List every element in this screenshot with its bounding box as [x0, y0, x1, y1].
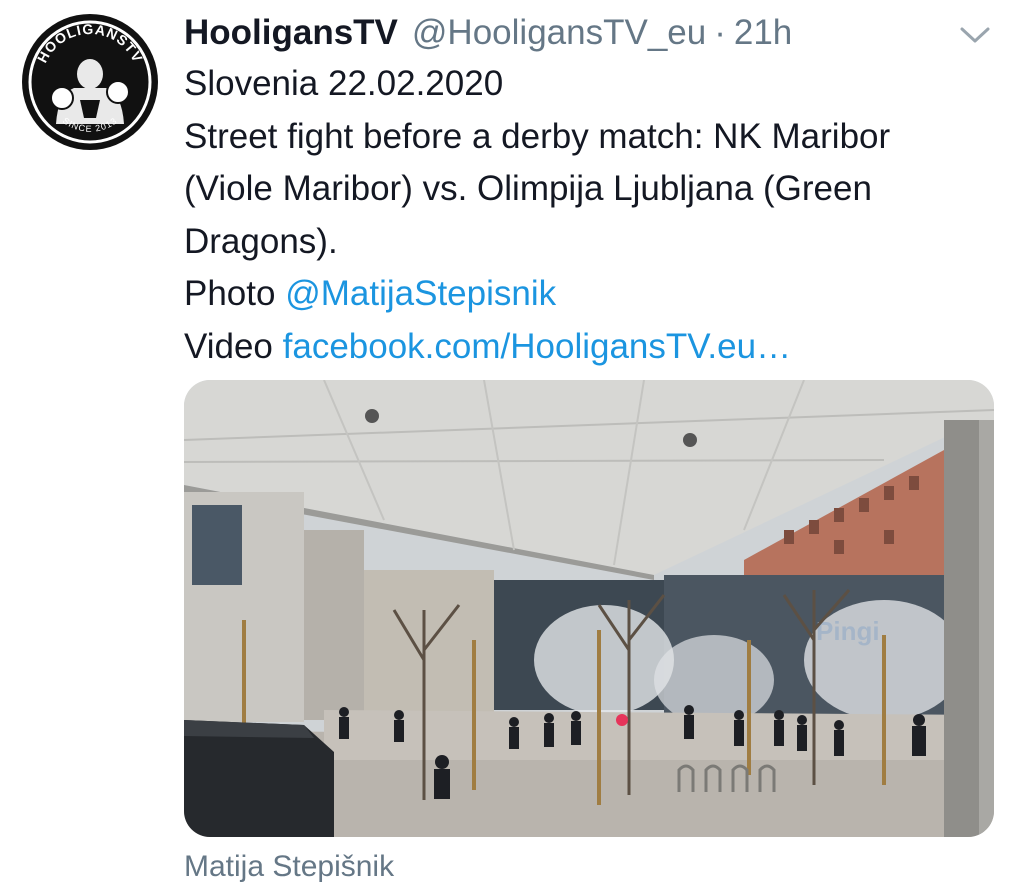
video-label: Video [184, 326, 273, 366]
video-link[interactable]: facebook.com/HooligansTV.eu… [283, 327, 791, 366]
author-name[interactable]: HooligansTV [184, 15, 398, 50]
tweet-header: HooligansTV @HooligansTV_eu · 21h [184, 8, 792, 56]
sign-text: Pingi [816, 616, 880, 646]
street-fight-photo: Pingi [184, 380, 994, 837]
tweet-line-description-2: (Viole Maribor) vs. Olimpija Ljubljana (… [184, 169, 872, 208]
avatar[interactable]: HOOLIGANSTV SINCE 2013 [22, 14, 158, 150]
header-separator: · [714, 12, 726, 52]
chevron-down-icon [960, 27, 990, 43]
fighter-logo: HOOLIGANSTV SINCE 2013 [24, 16, 156, 148]
tweet-line-location: Slovenia 22.02.2020 [184, 64, 504, 103]
tweet-media-photo[interactable]: Pingi [184, 380, 994, 837]
tweet-line-description-3: Dragons). [184, 221, 338, 261]
author-handle[interactable]: @HooligansTV_eu [412, 15, 706, 50]
tweet-line-description-1: Street fight before a derby match: NK Ma… [184, 116, 891, 156]
tweet-line-photo: Photo @MatijaStepisnik [184, 268, 1009, 321]
tweet-timestamp[interactable]: 21h [734, 15, 792, 50]
media-credit: Matija Stepišnik [184, 850, 395, 883]
tweet-text: Slovenia 22.02.2020 Street fight before … [184, 58, 1009, 373]
tweet-line-video: Video facebook.com/HooligansTV.eu… [184, 321, 1009, 374]
tweet-menu-button[interactable] [958, 22, 992, 46]
photo-label: Photo [184, 274, 276, 313]
photo-mention-link[interactable]: @MatijaStepisnik [285, 274, 556, 313]
tweet[interactable]: HOOLIGANSTV SINCE 2013 HooligansTV @Hool… [0, 0, 1024, 882]
